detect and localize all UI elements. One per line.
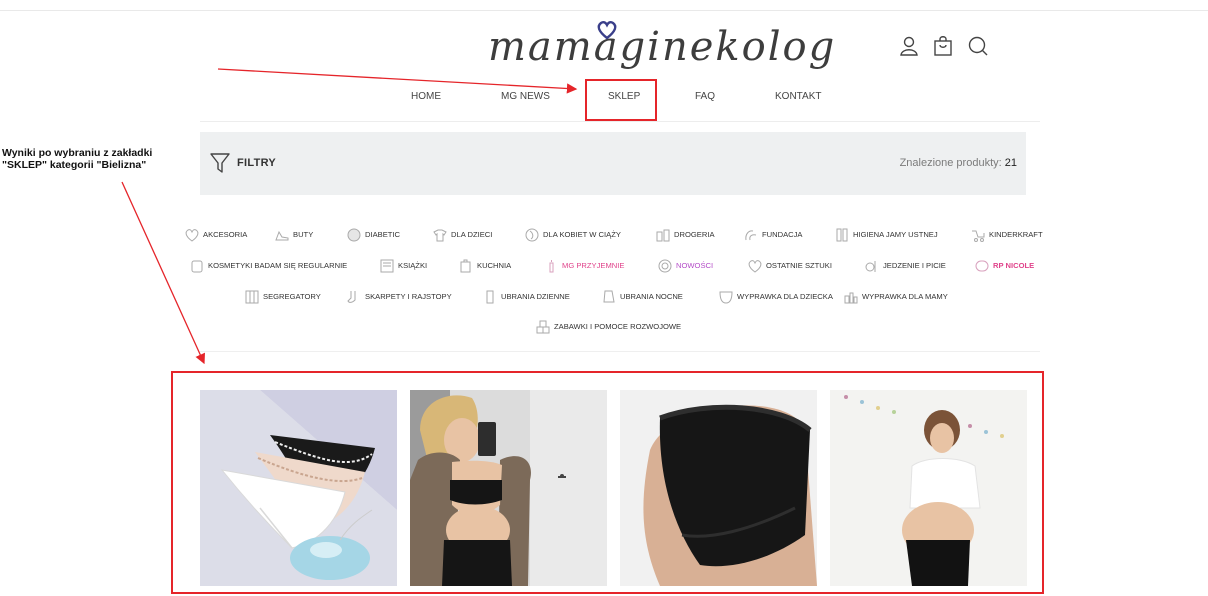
bottles-group-icon: [844, 292, 858, 304]
found-label: Znalezione produkty:: [899, 157, 1002, 169]
product-card-1[interactable]: [200, 390, 397, 586]
search-icon[interactable]: [966, 34, 990, 58]
food-icon: [865, 261, 876, 272]
product-card-2[interactable]: [410, 390, 607, 586]
shoe-icon: [275, 230, 289, 241]
category-dla-dzieci[interactable]: DLA DZIECI: [432, 228, 492, 242]
pregnant-woman-tshirt-photo: [830, 390, 1027, 586]
category-dla-kobiet-w-ciazy[interactable]: DLA KOBIET W CIĄŻY: [524, 228, 621, 242]
category-rp-nicole[interactable]: RP NICOLE: [974, 259, 1034, 273]
main-nav: HOME MG NEWS SKLEP FAQ KONTAKT: [0, 91, 1208, 107]
category-ksiazki[interactable]: KSIĄŻKI: [379, 259, 427, 273]
nav-divider: [200, 121, 1040, 122]
cup-icon: [460, 259, 471, 273]
found-count: 21: [1004, 157, 1017, 169]
nav-sklep[interactable]: SKLEP: [608, 91, 640, 102]
nav-faq[interactable]: FAQ: [695, 91, 715, 102]
category-ubrania-nocne[interactable]: UBRANIA NOCNE: [601, 290, 683, 304]
circle-badge-icon: [347, 228, 361, 242]
new-badge-icon: [658, 259, 672, 273]
category-zabawki[interactable]: ZABAWKI I POMOCE ROZWOJOWE: [535, 320, 681, 334]
category-diabetic[interactable]: DIABETIC: [346, 228, 400, 242]
hands-icon: [745, 230, 757, 241]
nav-home[interactable]: HOME: [411, 91, 441, 102]
maternity-briefs-photo: [620, 390, 817, 586]
nav-mg-news[interactable]: MG NEWS: [501, 91, 550, 102]
annotation-text: Wyniki po wybraniu z zakładki "SKLEP" ka…: [2, 147, 153, 171]
candle-icon: [549, 260, 554, 273]
blocks-icon: [536, 320, 550, 334]
bottles-icon: [656, 229, 670, 242]
category-wyprawka-dla-mamy[interactable]: WYPRAWKA DLA MAMY: [843, 290, 948, 304]
category-segregatory[interactable]: SEGREGATORY: [244, 290, 321, 304]
site-logo[interactable]: mamaginekolog: [488, 18, 834, 76]
filter-button-label[interactable]: FILTRY: [237, 157, 276, 169]
logo-heart-icon: [597, 20, 617, 40]
category-kosmetyki[interactable]: KOSMETYKI BADAM SIĘ REGULARNIE: [189, 259, 347, 273]
category-akcesoria[interactable]: AKCESORIA: [184, 228, 247, 242]
category-skarpety-i-rajstopy[interactable]: SKARPETY I RAJSTOPY: [346, 290, 452, 304]
rp-logo-icon: [975, 260, 989, 272]
category-kinderkraft[interactable]: KINDERKRAFT: [970, 228, 1043, 242]
category-kuchnia[interactable]: KUCHNIA: [458, 259, 511, 273]
heart-outline-icon: [185, 229, 199, 242]
top-divider: [0, 10, 1208, 11]
product-card-3[interactable]: [620, 390, 817, 586]
pregnancy-icon: [525, 228, 539, 242]
category-drogeria[interactable]: DROGERIA: [655, 228, 715, 242]
binder-icon: [245, 290, 259, 304]
toothbrush-icon: [836, 228, 848, 242]
sock-icon: [347, 291, 356, 303]
filter-funnel-icon[interactable]: [210, 152, 230, 174]
book-icon: [380, 259, 394, 273]
filter-bar: FILTRY Znalezione produkty: 21: [200, 132, 1026, 195]
category-nowosci[interactable]: NOWOŚCI: [657, 259, 713, 273]
category-jedzenie-i-picie[interactable]: JEDZENIE I PICIE: [864, 259, 946, 273]
category-divider: [200, 351, 1040, 352]
category-ostatnie-sztuki[interactable]: OSTATNIE SZTUKI: [747, 259, 832, 273]
pregnant-woman-selfie-photo: [410, 390, 607, 586]
underwear-photo: [200, 390, 397, 586]
heart-outline-icon: [748, 260, 762, 273]
nav-kontakt[interactable]: KONTAKT: [775, 91, 821, 102]
nightwear-icon: [603, 290, 615, 303]
category-higiena-jamy-ustnej[interactable]: HIGIENA JAMY USTNEJ: [834, 228, 938, 242]
bib-icon: [719, 291, 733, 304]
cosmetics-icon: [191, 260, 203, 273]
category-buty[interactable]: BUTY: [274, 228, 313, 242]
category-ubrania-dzienne[interactable]: UBRANIA DZIENNE: [482, 290, 570, 304]
product-card-4[interactable]: [830, 390, 1027, 586]
logo-text: mamaginekolog: [488, 24, 837, 70]
category-wyprawka-dla-dziecka[interactable]: WYPRAWKA DLA DZIECKA: [718, 290, 833, 304]
bag-icon[interactable]: [931, 34, 955, 58]
baby-shirt-icon: [433, 229, 447, 242]
found-products: Znalezione produkty: 21: [900, 157, 1017, 169]
stroller-icon: [972, 230, 985, 242]
category-fundacja[interactable]: FUNDACJA: [743, 228, 803, 242]
user-icon[interactable]: [897, 34, 921, 58]
category-mg-przyjemnie[interactable]: MG PRZYJEMNIE: [543, 259, 624, 273]
sleeve-icon: [486, 290, 494, 304]
